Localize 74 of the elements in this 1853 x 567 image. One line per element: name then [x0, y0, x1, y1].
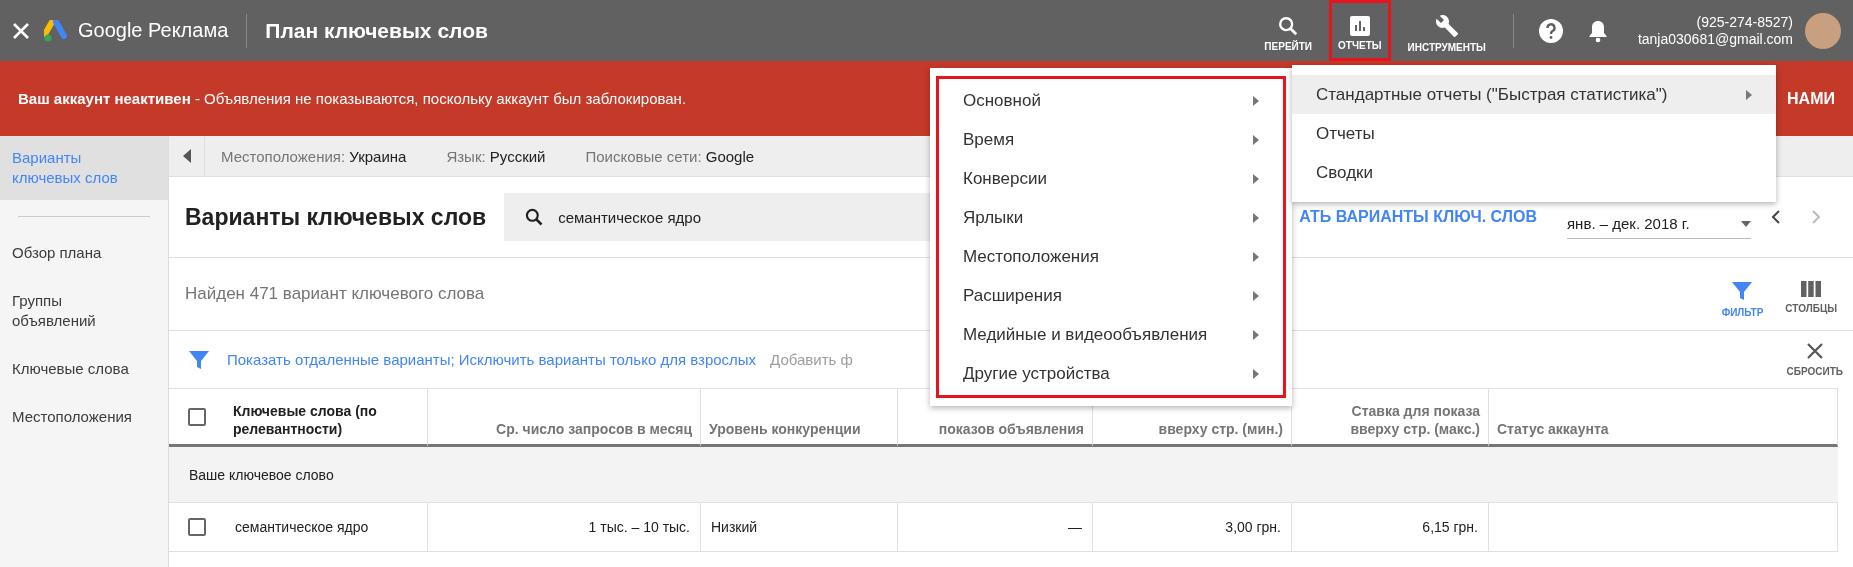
caret-icon: [1253, 251, 1259, 262]
column-header[interactable]: Уровень конкуренции: [701, 388, 898, 447]
table-cell: Низкий: [701, 502, 898, 552]
close-button[interactable]: [12, 21, 30, 40]
show-keywords-link[interactable]: АТЬ ВАРИАНТЫ КЛЮЧ. СЛОВ: [1299, 208, 1537, 226]
chevron-right-icon: [1811, 209, 1821, 225]
menu-item[interactable]: Сводки: [1292, 153, 1776, 192]
table-cell: 3,00 грн.: [1093, 502, 1292, 552]
account-email: tanja030681@gmail.com: [1637, 30, 1793, 48]
toolbar-button[interactable]: ФИЛЬТР: [1721, 281, 1764, 318]
table-cell: 1 тыс. – 10 тыс.: [428, 502, 701, 552]
filter-chip[interactable]: Язык: Русский: [446, 147, 546, 165]
menu-item[interactable]: Основной: [939, 81, 1283, 120]
column-header[interactable]: Статус аккаунта: [1489, 388, 1838, 447]
close-icon: [1805, 342, 1824, 360]
caret-icon: [1253, 173, 1259, 184]
column-header[interactable]: Ключевые слова (по релевантности): [225, 388, 428, 447]
logo-icon: [44, 19, 68, 42]
banner-action-button[interactable]: НАМИ: [1787, 89, 1835, 108]
menu-item[interactable]: Медийные и видеообъявления: [939, 315, 1283, 354]
menu-item[interactable]: Стандартные отчеты ("Быстрая статистика"): [1292, 75, 1776, 114]
section-title: Варианты ключевых слов: [185, 203, 487, 231]
caret-icon: [1253, 290, 1259, 301]
filter-icon: [1732, 281, 1753, 301]
toolbar-button[interactable]: ПЕРЕЙТИ: [1255, 0, 1322, 61]
search-icon: [524, 207, 545, 227]
caret-icon: [1253, 95, 1259, 106]
avatar[interactable]: [1805, 12, 1841, 49]
table-cell: семантическое ядро: [225, 502, 428, 552]
filter-chip[interactable]: Поисковые сети: Google: [585, 147, 755, 165]
reset-button[interactable]: СБРОСИТЬ: [1786, 342, 1843, 377]
menu-item[interactable]: Время: [939, 120, 1283, 159]
close-icon: [12, 21, 30, 40]
product-name: Google Реклама: [78, 19, 229, 42]
column-header[interactable]: Ср. число запросов в месяц: [428, 388, 701, 447]
caret-down-icon: [1741, 220, 1751, 227]
sidebar-item[interactable]: Ключевые слова: [0, 345, 168, 393]
caret-icon: [1253, 134, 1259, 145]
chevron-left-icon: [1771, 209, 1781, 225]
menu-item[interactable]: Отчеты: [1292, 114, 1776, 153]
page-title: План ключевых слов: [265, 18, 488, 43]
columns-icon: [1801, 281, 1822, 297]
sidebar-item[interactable]: Местоположения: [0, 393, 168, 441]
account-phone: (925-274-8527): [1696, 13, 1793, 31]
toolbar-button[interactable]: ИНСТРУМЕНТЫ: [1398, 0, 1495, 61]
group-row: Ваше ключевое слово: [169, 447, 1838, 502]
toolbar-button[interactable]: ОТЧЕТЫ: [1329, 0, 1391, 61]
filter-icon: [189, 349, 209, 370]
caret-icon: [1253, 368, 1259, 379]
sidebar-item[interactable]: Обзор плана: [0, 229, 168, 277]
checkbox[interactable]: [188, 407, 206, 426]
caret-icon: [1253, 329, 1259, 340]
menu-item[interactable]: Расширения: [939, 276, 1283, 315]
wrench-icon: [1434, 14, 1459, 38]
filter-chip[interactable]: Местоположения: Украина: [221, 147, 407, 165]
caret-left-icon: [182, 149, 191, 163]
table-cell: —: [898, 502, 1093, 552]
checkbox[interactable]: [188, 518, 206, 536]
search-icon: [1277, 15, 1300, 37]
bell-icon: [1587, 18, 1608, 43]
filter-link[interactable]: Показать отдаленные варианты; Исключить варианты только для взрослых: [227, 351, 757, 368]
help-icon: [1537, 17, 1564, 44]
sidebar-item[interactable]: Группы объявлений: [0, 277, 168, 345]
banner-message: Ваш аккаунт неактивен - Объявления не показываются, поскольку аккаунт был заблокирован.: [18, 90, 687, 107]
notifications-button[interactable]: [1587, 18, 1608, 43]
toolbar-button[interactable]: СТОЛБЦЫ: [1785, 281, 1837, 318]
results-count: Найден 471 вариант ключевого слова: [185, 284, 485, 304]
menu-item[interactable]: Ярлыки: [939, 198, 1283, 237]
table-cell: 6,15 грн.: [1292, 502, 1489, 552]
bar-chart-icon: [1349, 16, 1370, 36]
help-button[interactable]: [1537, 17, 1564, 44]
caret-icon: [1253, 212, 1259, 223]
caret-icon: [1746, 89, 1752, 100]
column-header[interactable]: Ставка для показа вверху стр. (макс.): [1292, 388, 1489, 447]
